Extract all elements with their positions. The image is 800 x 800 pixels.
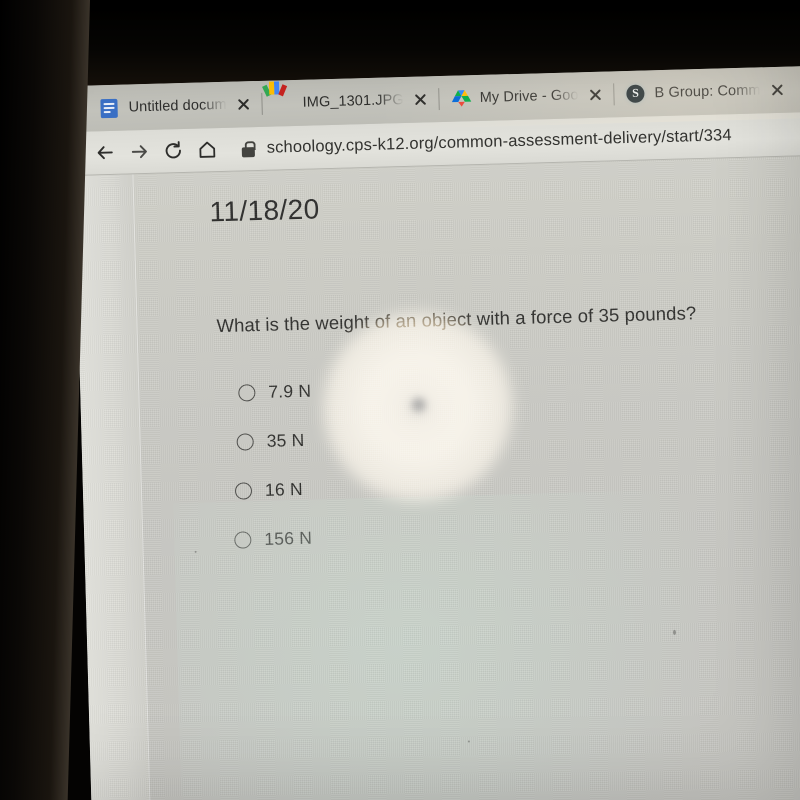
answer-option[interactable]: 35 N [236, 416, 313, 467]
browser-tab-my-drive[interactable]: My Drive - Goo [445, 72, 608, 122]
https-lock-icon[interactable] [241, 140, 256, 157]
page-title: 11/18/20 [209, 193, 320, 228]
tab-close-icon[interactable] [587, 87, 603, 103]
radio-button-icon[interactable] [234, 531, 252, 549]
radio-button-icon[interactable] [234, 482, 253, 500]
browser-tab-img-1301[interactable]: IMG_1301.JPG [261, 76, 433, 126]
tab-close-icon[interactable] [769, 82, 785, 98]
google-docs-icon [100, 98, 120, 118]
photographed-screen: Untitled docum IMG_1301.JPG My Drive - G… [0, 0, 800, 800]
radio-button-icon[interactable] [238, 384, 256, 402]
browser-tab-untitled-document[interactable]: Untitled docum [94, 81, 256, 131]
lcd-pixel-texture [74, 154, 800, 800]
browser-window: Untitled docum IMG_1301.JPG My Drive - G… [72, 64, 800, 800]
answer-option[interactable]: 16 N [234, 465, 314, 516]
question-text: What is the weight of an object with a f… [216, 302, 697, 337]
schoology-icon: S [626, 84, 646, 104]
tab-separator [613, 83, 615, 106]
answer-option-label: 7.9 N [268, 380, 312, 402]
tab-title: IMG_1301.JPG [302, 92, 404, 111]
browser-tab-b-group-active[interactable]: S B Group: Comm [620, 67, 790, 118]
assessment-page: 11/18/20 What is the weight of an object… [74, 154, 800, 800]
answer-option-label: 35 N [266, 429, 305, 451]
answer-option[interactable]: 7.9 N [238, 367, 312, 418]
tab-close-icon[interactable] [413, 91, 429, 107]
radio-button-icon[interactable] [236, 433, 254, 451]
laptop-bezel-left [0, 0, 90, 800]
answer-options-list: 7.9 N 35 N 16 N 156 N [234, 367, 316, 565]
tab-title: Untitled docum [128, 96, 227, 116]
answer-option-label: 156 N [264, 527, 313, 549]
camera-flash-glare [320, 309, 516, 505]
tab-title: B Group: Comm [654, 82, 761, 102]
google-drive-icon [451, 89, 472, 109]
tab-close-icon[interactable] [235, 96, 251, 112]
forward-arrow-icon[interactable] [121, 134, 156, 169]
home-icon[interactable] [189, 132, 224, 167]
tab-title: My Drive - Goo [479, 87, 579, 106]
gmail-icon [261, 80, 294, 114]
dust-speck [467, 740, 470, 743]
address-bar-url[interactable]: schoology.cps-k12.org/common-assessment-… [266, 126, 731, 158]
dust-speck [672, 629, 677, 635]
reload-icon[interactable] [155, 133, 190, 168]
tab-separator [261, 92, 263, 115]
back-arrow-icon[interactable] [87, 135, 122, 170]
page-left-margin [74, 174, 151, 800]
tab-separator [438, 88, 441, 111]
answer-option[interactable]: 156 N [234, 514, 316, 565]
camera-flash-glare-core [408, 394, 430, 416]
dust-speck [194, 550, 197, 553]
answer-option-label: 16 N [264, 478, 304, 500]
